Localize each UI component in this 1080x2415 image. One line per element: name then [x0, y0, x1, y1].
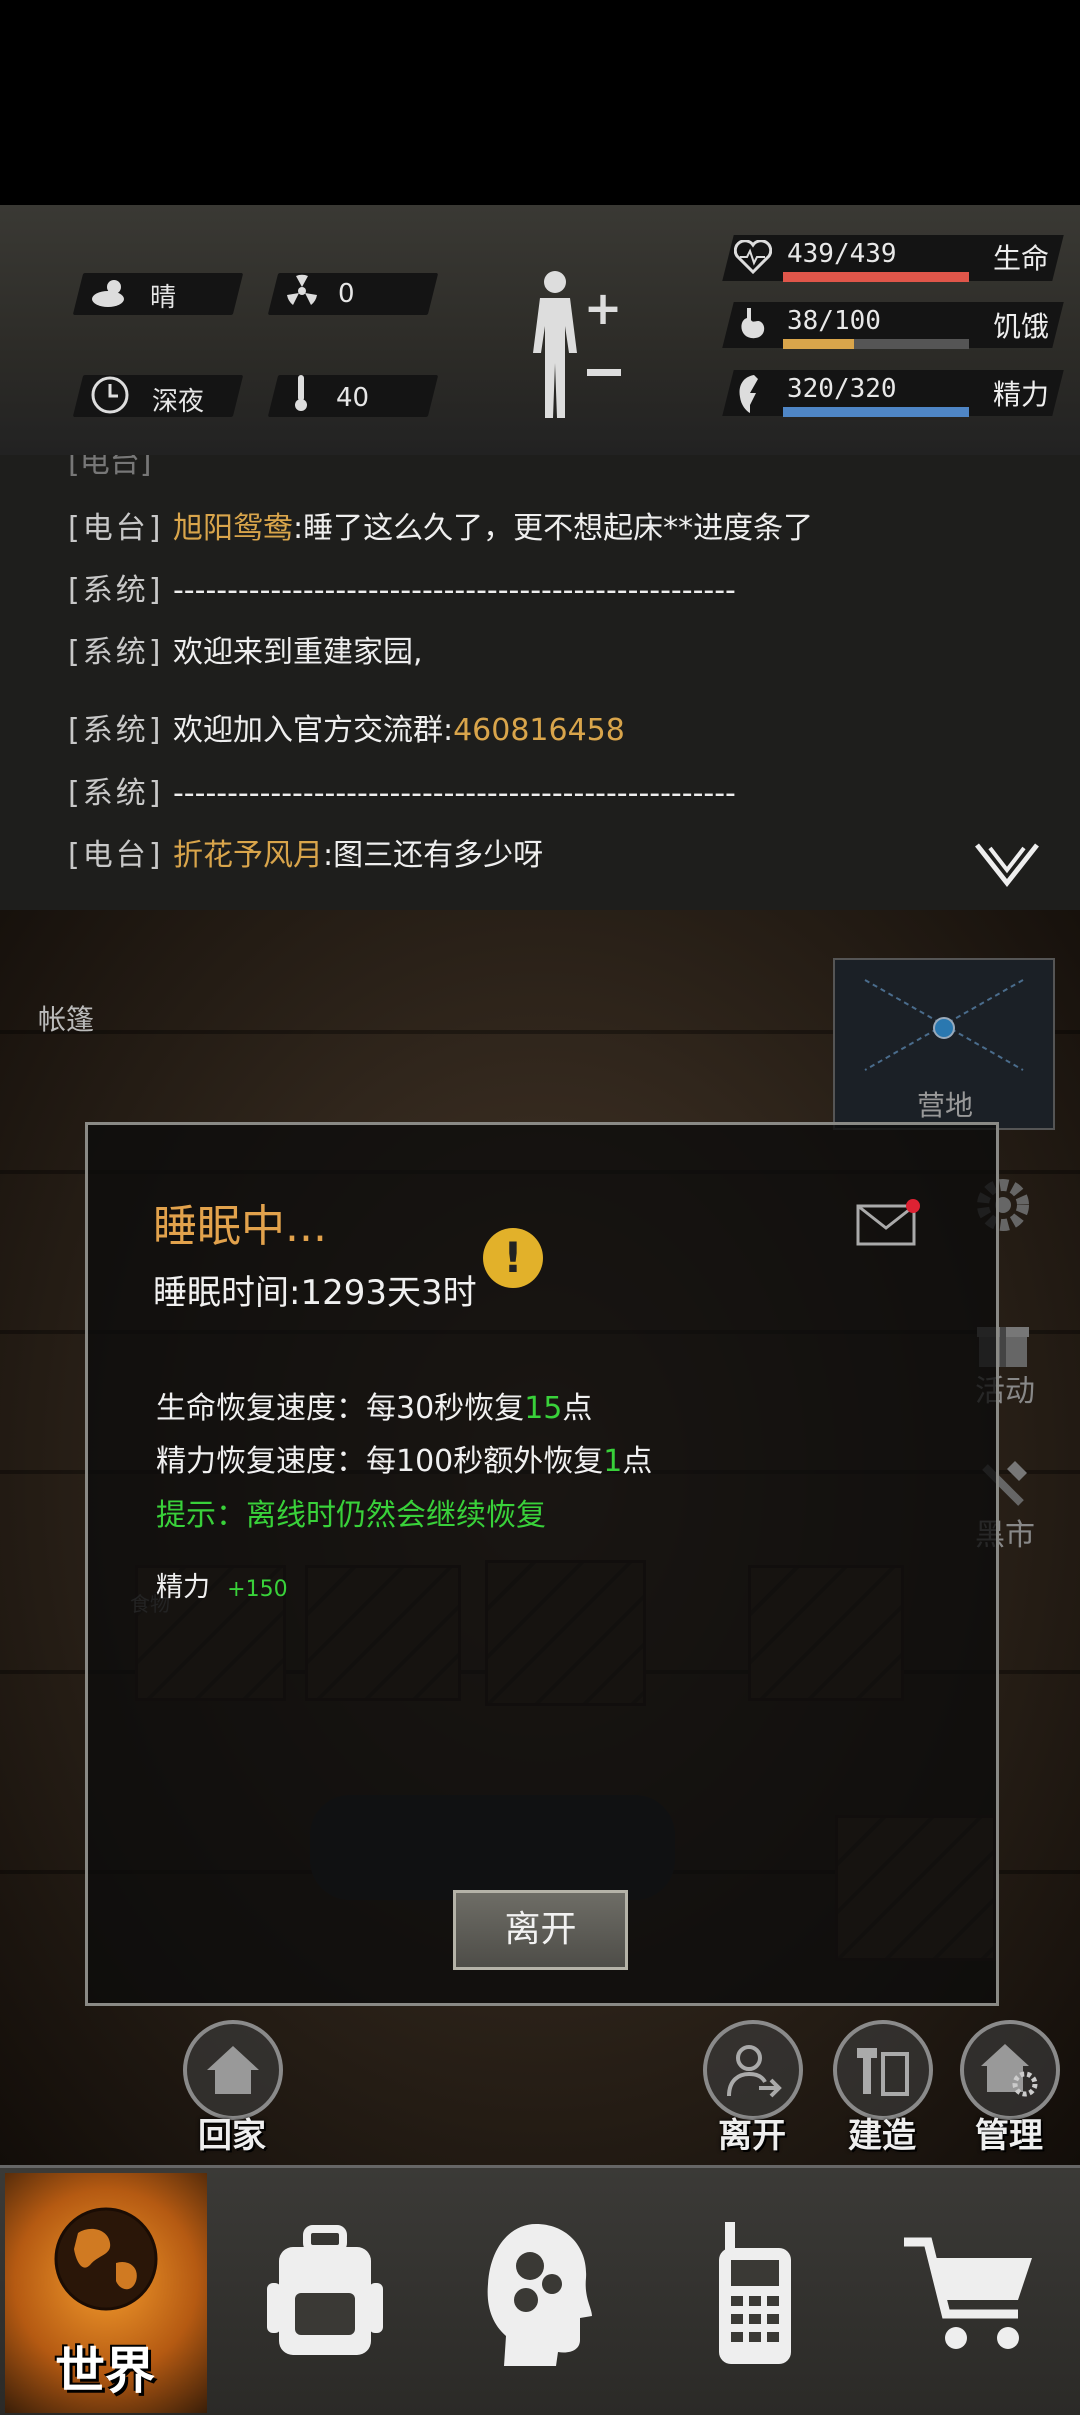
- leave-action-label[interactable]: 离开: [718, 2108, 786, 2157]
- brain-icon: [487, 2224, 592, 2366]
- stomach-icon: [733, 304, 773, 344]
- bottom-nav: 世界: [0, 2165, 1080, 2415]
- chat-line: [系统] 欢迎来到重建家园,: [68, 635, 423, 670]
- chat-line-cut: [电台]: [68, 455, 152, 480]
- energy-bar: [783, 407, 969, 417]
- thermometer-icon: [286, 371, 316, 415]
- build-button[interactable]: [833, 2020, 933, 2120]
- heart-icon: [733, 237, 773, 277]
- minus-icon[interactable]: [582, 357, 626, 387]
- hunger-value: 38/100: [787, 306, 881, 336]
- backpack-tab[interactable]: [225, 2188, 425, 2398]
- weather-label: 晴: [150, 283, 177, 313]
- hammer-build-icon: [857, 2048, 909, 2096]
- time-label: 深夜: [152, 387, 205, 417]
- location-label: 帐篷: [38, 1003, 95, 1036]
- skills-tab[interactable]: [440, 2188, 640, 2398]
- world-label[interactable]: 世界: [55, 2331, 155, 2403]
- energy-gain: 精力 +150: [156, 1572, 288, 1603]
- hunger-label: 饥饿: [993, 310, 1050, 343]
- shop-tab[interactable]: [870, 2188, 1070, 2398]
- globe-icon: [54, 2207, 158, 2311]
- status-panel: 晴 0 深夜 40 + 439/439 38/100 320/320 生命 饥饿: [0, 205, 1080, 457]
- chat-line: [系统] 欢迎加入官方交流群:460816458: [68, 713, 625, 748]
- health-value: 439/439: [787, 239, 897, 269]
- chat-line: [电台] 旭阳鸳鸯:睡了这么久了，更不想起床**进度条了: [68, 511, 814, 546]
- health-bar: [783, 272, 969, 282]
- leave-button[interactable]: 离开: [453, 1890, 628, 1970]
- radio-tab[interactable]: [655, 2188, 855, 2398]
- person-exit-icon: [727, 2045, 782, 2098]
- sleep-dialog: 睡眠中... 睡眠时间:1293天3时 ! 生命恢复速度：每30秒恢复15点 精…: [85, 1122, 999, 2006]
- temperature-value: 40: [336, 383, 370, 413]
- chevron-down-icon[interactable]: [972, 840, 1042, 890]
- chat-panel[interactable]: [电台] [电台] 旭阳鸳鸯:睡了这么久了，更不想起床**进度条了 [系统] -…: [0, 455, 1080, 913]
- health-label: 生命: [993, 242, 1050, 275]
- hunger-bar: [783, 339, 969, 349]
- energy-label: 精力: [993, 378, 1050, 411]
- radiation-value: 0: [338, 279, 355, 309]
- health-regen-line: 生命恢复速度：每30秒恢复15点: [156, 1391, 593, 1426]
- energy-icon: [733, 372, 773, 416]
- backpack-icon: [267, 2225, 383, 2355]
- cart-icon: [904, 2237, 1032, 2349]
- build-label[interactable]: 建造: [848, 2108, 916, 2157]
- manage-button[interactable]: [960, 2020, 1060, 2120]
- mail-icon[interactable]: [853, 1195, 923, 1251]
- alert-icon: !: [483, 1228, 543, 1288]
- house-gear-icon: [981, 2044, 1038, 2097]
- cloud-sun-icon: [88, 271, 132, 315]
- chat-line: [系统] -----------------------------------…: [68, 573, 736, 608]
- clock-icon: [88, 373, 132, 417]
- energy-value: 320/320: [787, 374, 897, 404]
- radio-icon: [719, 2222, 791, 2364]
- energy-regen-line: 精力恢复速度：每100秒额外恢复1点: [156, 1444, 653, 1479]
- minimap[interactable]: 营地: [833, 958, 1055, 1130]
- radiation-icon: [280, 269, 324, 313]
- chat-line: [系统] -----------------------------------…: [68, 776, 736, 811]
- chat-line: [电台] 折花予风月:图三还有多少呀: [68, 838, 544, 873]
- leave-action-button[interactable]: [703, 2020, 803, 2120]
- offline-tip: 提示：离线时仍然会继续恢复: [156, 1498, 546, 1533]
- sleep-time: 睡眠时间:1293天3时: [153, 1273, 477, 1313]
- house-icon: [207, 2046, 259, 2094]
- plus-icon[interactable]: +: [580, 281, 626, 335]
- world-tab[interactable]: 世界: [5, 2173, 207, 2413]
- home-label[interactable]: 回家: [198, 2108, 266, 2157]
- dialog-title: 睡眠中...: [153, 1201, 327, 1252]
- manage-label[interactable]: 管理: [975, 2108, 1043, 2157]
- home-button[interactable]: [183, 2020, 283, 2120]
- map-label: 营地: [917, 1089, 974, 1122]
